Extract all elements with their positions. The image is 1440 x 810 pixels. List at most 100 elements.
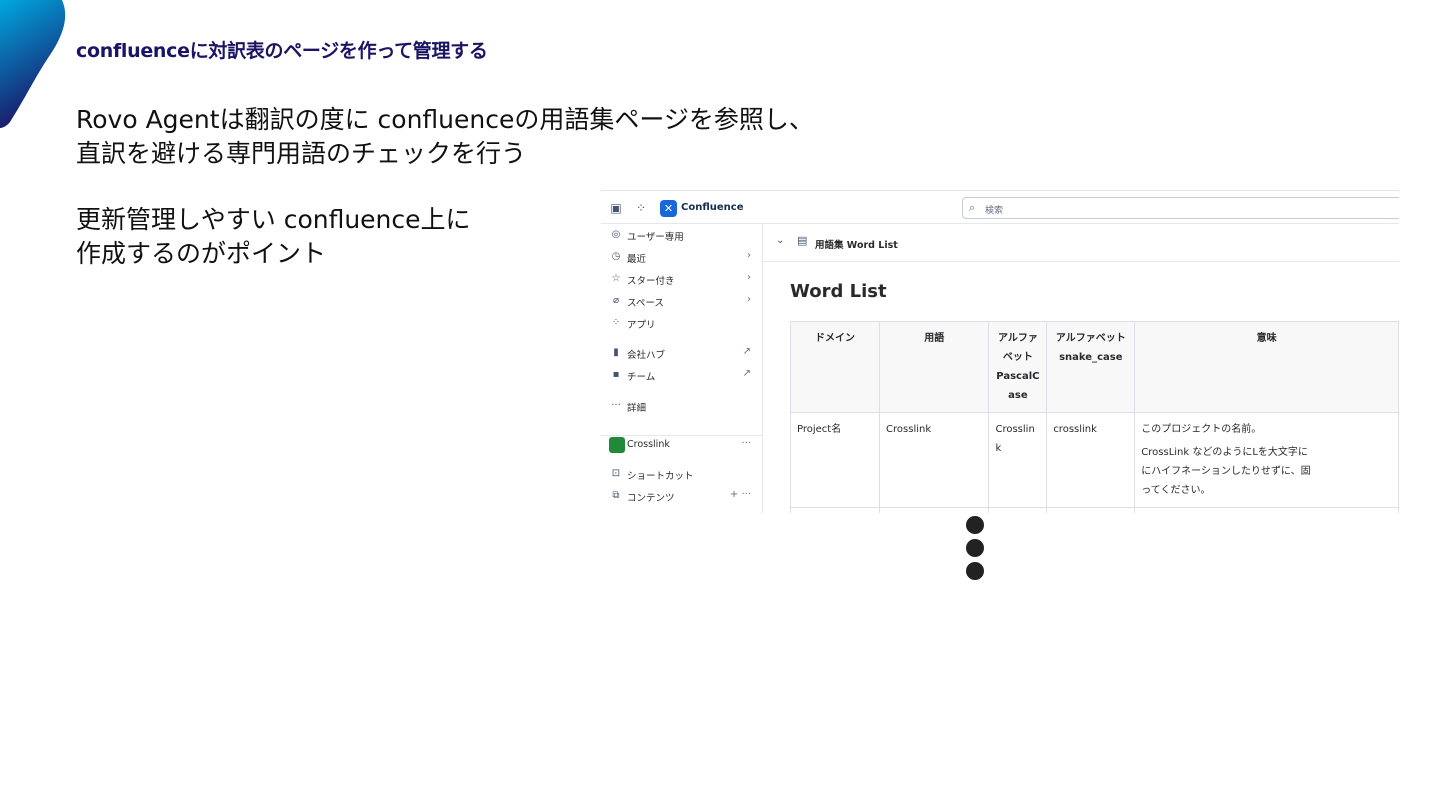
sidebar-item-label: ユーザー専用 bbox=[627, 232, 684, 243]
breadcrumb: ⌄ ▤ 用語集 Word List bbox=[763, 224, 1399, 262]
spaces-icon: ⌀ bbox=[612, 295, 620, 306]
table-cell[interactable] bbox=[988, 507, 1048, 513]
cell-text: ってください。 bbox=[1141, 485, 1211, 496]
cell-text: k bbox=[995, 443, 1002, 454]
key-point-text: 更新管理しやすい confluence上に 作成するのがポイント bbox=[76, 203, 471, 271]
sidebar-space-crosslink[interactable]: Crosslink ··· bbox=[609, 436, 755, 454]
sidebar-toggle-icon[interactable]: ▣ bbox=[609, 201, 623, 215]
cell-text: このプロジェクトの名前。 bbox=[1141, 424, 1262, 435]
space-avatar-icon bbox=[609, 437, 625, 453]
space-name: Crosslink bbox=[627, 439, 670, 450]
column-header: ドメイン bbox=[789, 321, 881, 413]
sidebar-item-label: ショートカット bbox=[627, 471, 694, 482]
breadcrumb-page[interactable]: 用語集 Word List bbox=[815, 237, 898, 251]
column-header-text: アルファ bbox=[997, 333, 1038, 344]
table-cell[interactable]: このプロジェクトの名前。 CrossLink などのようにLを大文字に にハイフ… bbox=[1134, 412, 1399, 508]
ellipsis-dot bbox=[966, 562, 984, 580]
corner-gradient-shape bbox=[0, 0, 66, 128]
sidebar-item-label: コンテンツ bbox=[627, 493, 675, 504]
sidebar-item-label: 詳細 bbox=[627, 403, 647, 414]
sidebar-item-label: スペース bbox=[627, 298, 664, 309]
chevron-right-icon[interactable]: › bbox=[747, 294, 751, 305]
column-header-text: ase bbox=[1008, 390, 1028, 401]
column-header-text: 用語 bbox=[924, 333, 945, 344]
column-header: 用語 bbox=[879, 321, 990, 413]
table-row bbox=[789, 507, 1399, 513]
sidebar-item-recent[interactable]: ◷ 最近 › bbox=[609, 248, 755, 266]
intro-line: Rovo Agentは翻訳の度に confluenceの用語集ページを参照し、 bbox=[76, 105, 814, 134]
sidebar-item-more[interactable]: ··· 詳細 bbox=[609, 397, 755, 415]
chevron-right-icon[interactable]: › bbox=[747, 250, 751, 261]
column-header: アルファベット snake_case bbox=[1046, 321, 1136, 413]
sidebar-item-label: チーム bbox=[627, 372, 656, 383]
cell-text: にハイフネーションしたりせずに、固 bbox=[1141, 466, 1311, 477]
word-list-table: ドメイン 用語 アルファ ベット PascalC ase アルファベット sna… bbox=[789, 321, 1399, 513]
shortcut-icon: ⊡ bbox=[611, 468, 621, 479]
star-icon: ☆ bbox=[611, 273, 621, 284]
content-icon: ⧉ bbox=[612, 490, 620, 501]
sidebar-item-for-you[interactable]: ◎ ユーザー専用 bbox=[609, 226, 755, 244]
confluence-topbar: ▣ ⁘ ✕ Confluence ⌕ 検索 bbox=[601, 191, 1399, 224]
more-dots-icon: ··· bbox=[611, 400, 621, 411]
sidebar-item-content[interactable]: ⧉ コンテンツ + ··· bbox=[609, 487, 755, 505]
column-header-text: ドメイン bbox=[815, 333, 856, 344]
column-header-text: PascalC bbox=[996, 371, 1040, 382]
table-cell[interactable] bbox=[1134, 507, 1399, 513]
column-header-text: ベット bbox=[1002, 352, 1033, 363]
external-link-icon[interactable]: ↗ bbox=[743, 346, 751, 357]
clock-icon: ◷ bbox=[611, 251, 621, 262]
chevron-down-icon[interactable]: ⌄ bbox=[776, 235, 784, 246]
chevron-right-icon[interactable]: › bbox=[747, 272, 751, 283]
sidebar-item-label: 最近 bbox=[627, 254, 647, 265]
sidebar-item-label: スター付き bbox=[627, 276, 675, 287]
company-hub-icon: ▮ bbox=[613, 347, 619, 358]
table-cell[interactable]: Crosslink bbox=[879, 412, 990, 508]
column-header: アルファ ベット PascalC ase bbox=[988, 321, 1048, 413]
ellipsis-dot bbox=[966, 539, 984, 557]
search-input[interactable]: ⌕ 検索 bbox=[962, 197, 1399, 219]
confluence-logo-icon[interactable]: ✕ bbox=[660, 200, 677, 217]
key-point-line: 作成するのがポイント bbox=[76, 239, 327, 268]
confluence-screenshot: ▣ ⁘ ✕ Confluence ⌕ 検索 ◎ ユーザー専用 ◷ 最近 › ☆ … bbox=[601, 190, 1399, 513]
column-header-text: アルファベット bbox=[1055, 333, 1126, 344]
table-cell[interactable] bbox=[1046, 507, 1136, 513]
cell-text: CrossLink などのようにLを大文字に bbox=[1141, 447, 1308, 458]
sidebar-item-apps[interactable]: ⁘ アプリ bbox=[609, 314, 755, 332]
sidebar-item-label: 会社ハブ bbox=[627, 350, 666, 361]
table-header-row: ドメイン 用語 アルファ ベット PascalC ase アルファベット sna… bbox=[789, 321, 1399, 413]
page-title: Word List bbox=[790, 281, 887, 302]
table-cell[interactable] bbox=[789, 507, 881, 513]
confluence-main: ⌄ ▤ 用語集 Word List Word List ドメイン 用語 アルファ… bbox=[763, 224, 1399, 513]
table-cell[interactable]: Crosslin k bbox=[988, 412, 1048, 508]
search-icon: ⌕ bbox=[969, 201, 976, 214]
sidebar-item-teams[interactable]: ▪ チーム ↗ bbox=[609, 366, 755, 384]
sidebar-item-label: アプリ bbox=[627, 320, 656, 331]
content-actions[interactable]: + ··· bbox=[730, 489, 751, 500]
confluence-sidebar: ◎ ユーザー専用 ◷ 最近 › ☆ スター付き › ⌀ スペース › ⁘ アプリ… bbox=[601, 224, 763, 513]
sidebar-item-shortcuts[interactable]: ⊡ ショートカット bbox=[609, 465, 755, 483]
user-circle-icon: ◎ bbox=[611, 229, 621, 240]
app-switcher-icon[interactable]: ⁘ bbox=[634, 201, 648, 215]
table-cell[interactable]: crosslink bbox=[1046, 412, 1136, 508]
intro-text: Rovo Agentは翻訳の度に confluenceの用語集ページを参照し、 … bbox=[76, 103, 814, 171]
column-header-text: 意味 bbox=[1256, 333, 1277, 344]
more-dots-icon[interactable]: ··· bbox=[741, 438, 751, 449]
intro-line: 直訳を避ける専門用語のチェックを行う bbox=[76, 139, 527, 168]
vertical-ellipsis-icon bbox=[966, 516, 984, 585]
apps-grid-icon: ⁘ bbox=[611, 317, 621, 328]
slide-title: confluenceに対訳表のページを作って管理する bbox=[76, 40, 488, 62]
page-icon: ▤ bbox=[797, 234, 808, 247]
table-cell[interactable]: Project名 bbox=[789, 412, 881, 508]
ellipsis-dot bbox=[966, 516, 984, 534]
sidebar-item-company-hub[interactable]: ▮ 会社ハブ ↗ bbox=[609, 344, 755, 362]
cell-text: Crosslin bbox=[995, 424, 1035, 435]
app-name[interactable]: Confluence bbox=[681, 202, 743, 213]
table-cell[interactable] bbox=[879, 507, 990, 513]
team-icon: ▪ bbox=[612, 369, 620, 380]
column-header-text: snake_case bbox=[1059, 352, 1123, 363]
sidebar-item-starred[interactable]: ☆ スター付き › bbox=[609, 270, 755, 288]
key-point-line: 更新管理しやすい confluence上に bbox=[76, 205, 471, 234]
table-row: Project名 Crosslink Crosslin k crosslink … bbox=[789, 412, 1399, 508]
external-link-icon[interactable]: ↗ bbox=[743, 368, 751, 379]
sidebar-item-spaces[interactable]: ⌀ スペース › bbox=[609, 292, 755, 310]
